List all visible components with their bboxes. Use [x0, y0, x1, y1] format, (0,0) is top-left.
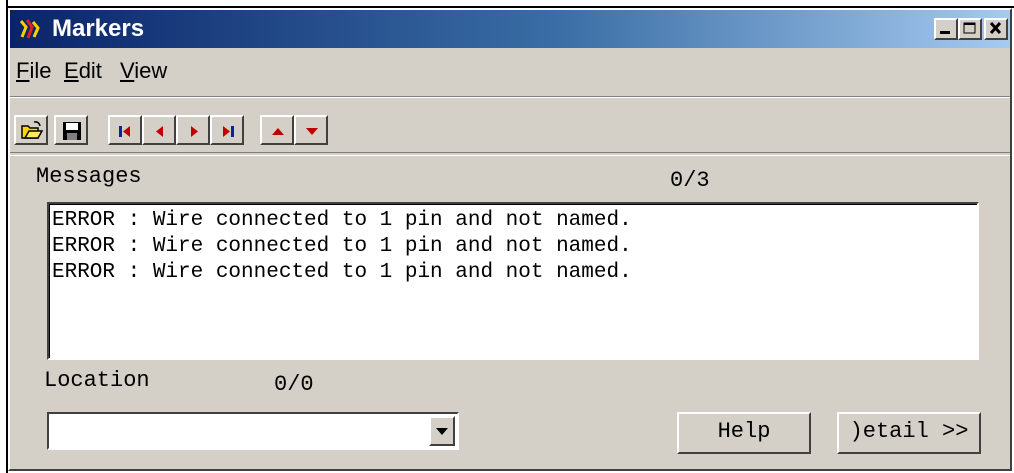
next-message-button[interactable]	[176, 115, 210, 145]
open-folder-icon	[21, 121, 44, 139]
close-button[interactable]	[984, 18, 1008, 40]
minimize-icon	[940, 31, 950, 34]
maximize-icon	[963, 22, 976, 34]
help-button[interactable]: Help	[677, 412, 811, 454]
list-item[interactable]: ERROR : Wire connected to 1 pin and not …	[52, 260, 632, 286]
toolbar	[10, 96, 1010, 147]
move-down-button[interactable]	[294, 115, 328, 145]
list-item[interactable]: ERROR : Wire connected to 1 pin and not …	[52, 234, 632, 260]
list-item[interactable]: ERROR : Wire connected to 1 pin and not …	[52, 208, 632, 234]
minimize-button[interactable]	[934, 18, 958, 40]
app-icon	[19, 19, 40, 39]
menu-view[interactable]: View	[120, 58, 167, 84]
toolbar-separator	[10, 152, 1010, 156]
messages-label: Messages	[36, 164, 142, 189]
menu-edit[interactable]: Edit	[64, 58, 102, 84]
up-arrow-icon	[272, 128, 284, 135]
location-counter: 0/0	[274, 372, 314, 397]
window-title: Markers	[52, 15, 145, 42]
save-button[interactable]	[54, 115, 88, 145]
move-up-button[interactable]	[260, 115, 294, 145]
first-icon	[119, 126, 130, 137]
last-icon	[223, 126, 234, 137]
previous-icon	[156, 126, 163, 137]
location-label: Location	[44, 368, 150, 393]
menu-bar: File Edit View	[10, 50, 1010, 90]
messages-list[interactable]: ERROR : Wire connected to 1 pin and not …	[47, 202, 979, 360]
markers-window: Markers File Edit View Messages 0/3 ERRO…	[8, 8, 1012, 471]
chevron-down-icon	[436, 428, 448, 435]
title-bar[interactable]: Markers	[10, 10, 1010, 48]
menu-file[interactable]: File	[16, 58, 51, 84]
next-icon	[191, 126, 198, 137]
open-button[interactable]	[14, 115, 48, 145]
messages-counter: 0/3	[670, 168, 710, 193]
last-message-button[interactable]	[210, 115, 244, 145]
first-message-button[interactable]	[108, 115, 142, 145]
down-arrow-icon	[306, 128, 318, 135]
close-icon	[989, 21, 1002, 35]
detail-button[interactable]: )etail >>	[837, 412, 981, 454]
maximize-button[interactable]	[958, 18, 982, 40]
dropdown-button[interactable]	[429, 416, 455, 446]
previous-message-button[interactable]	[142, 115, 176, 145]
location-dropdown[interactable]	[47, 412, 459, 450]
save-disk-icon	[63, 122, 81, 140]
